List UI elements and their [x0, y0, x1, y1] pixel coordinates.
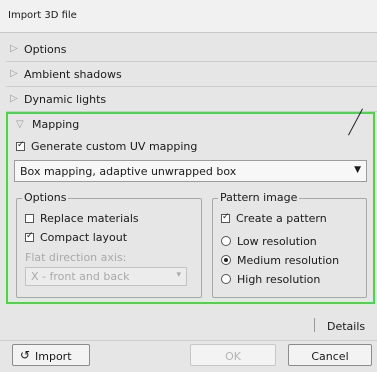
expand-arrow-icon: ▷	[10, 43, 18, 54]
flat-direction-select[interactable]: X - front and back ▾	[25, 267, 187, 286]
low-resolution-label: Low resolution	[237, 234, 317, 248]
collapse-arrow-icon: ▽	[16, 119, 24, 130]
section-ambient-shadows-label: Ambient shadows	[24, 68, 122, 81]
checkbox-box[interactable]	[221, 212, 230, 223]
title-bar: Import 3D file	[0, 0, 377, 33]
checkbox-box[interactable]	[16, 140, 25, 151]
section-dynamic-lights-label: Dynamic lights	[24, 93, 107, 106]
compact-layout-label: Compact layout	[40, 230, 128, 244]
expand-arrow-icon: ▷	[10, 93, 18, 104]
dropdown-arrow-icon[interactable]: ▼	[354, 165, 361, 175]
import-icon: ↺	[20, 348, 31, 362]
mapping-type-select[interactable]: Box mapping, adaptive unwrapped box ▼	[14, 160, 367, 182]
medium-resolution-label: Medium resolution	[237, 253, 340, 267]
flat-direction-label: Flat direction axis:	[25, 251, 127, 264]
import-button[interactable]: Import ↺	[12, 344, 90, 366]
options-group-title: Options	[22, 191, 69, 204]
pattern-group-title: Pattern image	[218, 191, 300, 204]
create-pattern-checkbox[interactable]: Create a pattern	[221, 211, 327, 225]
options-group: Options Replace materials Compact layout…	[16, 191, 202, 298]
high-resolution-label: High resolution	[237, 272, 321, 286]
medium-resolution-radio[interactable]: Medium resolution	[221, 253, 339, 267]
mapping-section: ▽ Mapping Generate custom UV mapping Box…	[6, 112, 375, 304]
replace-materials-label: Replace materials	[40, 211, 139, 225]
ok-button[interactable]: OK	[190, 344, 276, 366]
checkbox-box[interactable]	[25, 213, 34, 223]
section-options[interactable]: ▷ Options	[6, 38, 377, 62]
create-pattern-label: Create a pattern	[236, 211, 327, 225]
section-dynamic-lights[interactable]: ▷ Dynamic lights	[6, 88, 377, 112]
cancel-button[interactable]: Cancel	[288, 344, 372, 366]
ok-label: OK	[225, 350, 241, 363]
details-separator	[314, 318, 315, 332]
low-resolution-radio[interactable]: Low resolution	[221, 234, 317, 248]
replace-materials-checkbox[interactable]: Replace materials	[25, 211, 139, 225]
checkbox-box[interactable]	[25, 231, 34, 242]
generate-uv-label: Generate custom UV mapping	[31, 139, 198, 153]
cancel-label: Cancel	[311, 350, 349, 363]
window-title: Import 3D file	[8, 10, 77, 21]
radio-circle[interactable]	[221, 274, 231, 284]
generate-uv-checkbox[interactable]: Generate custom UV mapping	[16, 139, 197, 153]
pattern-image-group: Pattern image Create a pattern Low resol…	[212, 191, 367, 298]
details-toggle[interactable]: Details	[327, 320, 365, 333]
section-options-label: Options	[24, 43, 67, 56]
section-ambient-shadows[interactable]: ▷ Ambient shadows	[6, 63, 377, 87]
flat-direction-value: X - front and back	[31, 270, 130, 283]
mapping-type-value: Box mapping, adaptive unwrapped box	[20, 165, 237, 178]
dropdown-arrow-icon: ▾	[176, 270, 181, 280]
expand-arrow-icon: ▷	[10, 68, 18, 79]
footer-divider	[0, 340, 377, 341]
radio-circle[interactable]	[221, 255, 231, 265]
high-resolution-radio[interactable]: High resolution	[221, 272, 320, 286]
compact-layout-checkbox[interactable]: Compact layout	[25, 230, 127, 244]
import-label: Import	[35, 350, 72, 363]
radio-circle[interactable]	[221, 236, 231, 246]
section-mapping-label: Mapping	[32, 118, 80, 131]
